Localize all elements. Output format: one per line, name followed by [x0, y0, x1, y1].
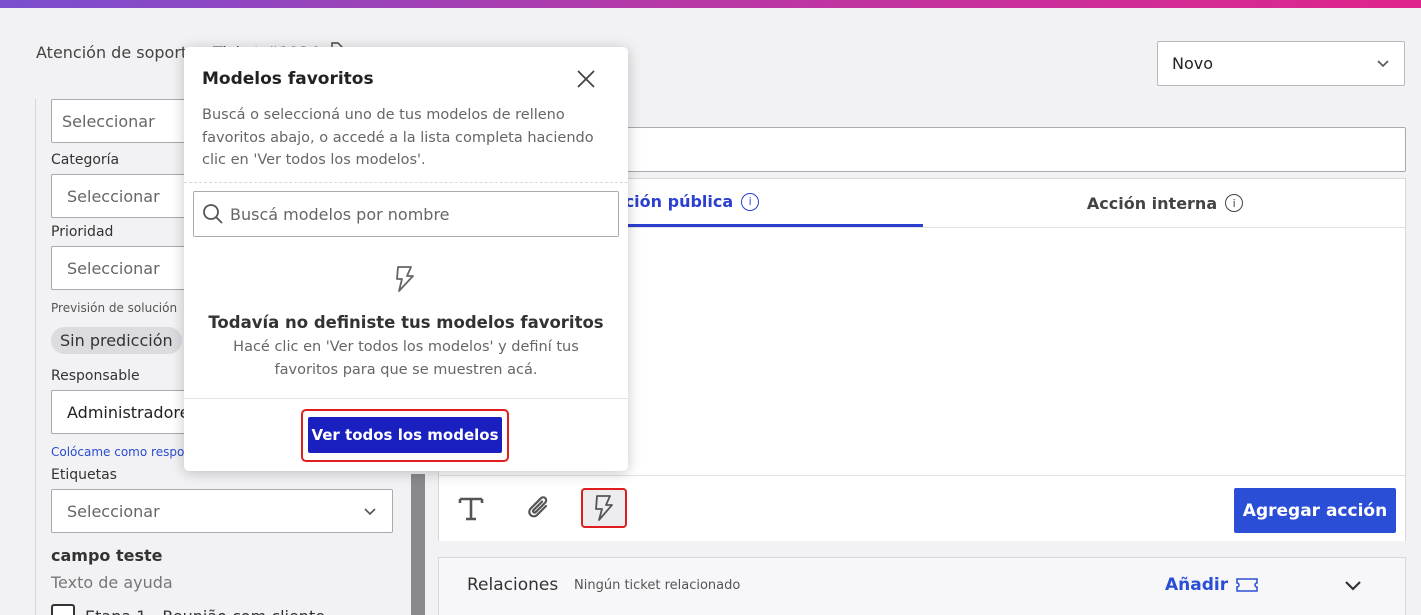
empty-state-description: Hacé clic en 'Ver todos los modelos' y d…: [233, 339, 579, 378]
chevron-down-icon: [364, 507, 376, 515]
tab-internal-action[interactable]: Acción interna i: [923, 179, 1407, 227]
add-action-button[interactable]: Agregar acción: [1234, 488, 1396, 533]
lightning-icon: [393, 265, 417, 297]
view-all-highlight: Ver todos los modelos: [301, 409, 509, 462]
text-format-icon[interactable]: [448, 488, 494, 528]
relations-subtitle: Ningún ticket relacionado: [574, 578, 741, 593]
popup-footer-divider: [184, 398, 628, 399]
empty-state-title: Todavía no definiste tus modelos favorit…: [208, 313, 604, 332]
attachment-icon[interactable]: [516, 488, 562, 528]
top-gradient-bar: [0, 0, 1421, 8]
checkbox-label: Etapa 1 - Reunião com cliente: [85, 607, 325, 615]
tags-select[interactable]: Seleccionar: [51, 489, 393, 533]
ticket-icon: [1236, 578, 1258, 592]
editor-toolbar: Agregar acción: [439, 475, 1405, 541]
forecast-label: Previsión de solución: [51, 301, 178, 315]
custom-field-help: Texto de ayuda: [51, 573, 173, 592]
search-icon: [203, 204, 223, 224]
close-icon[interactable]: [576, 69, 596, 93]
tab-internal-label: Acción interna: [1086, 193, 1218, 213]
scrollbar[interactable]: [411, 474, 425, 615]
custom-field-label: campo teste: [51, 546, 163, 565]
checkbox[interactable]: [51, 604, 75, 615]
add-relation-label: Añadir: [1165, 575, 1229, 595]
search-placeholder: Buscá modelos por nombre: [230, 204, 450, 224]
popup-divider: [184, 182, 628, 183]
chevron-down-icon: [1377, 60, 1389, 68]
first-select-value: Seleccionar: [62, 111, 155, 131]
template-search-input[interactable]: Buscá modelos por nombre: [193, 191, 619, 237]
relations-title: Relaciones: [467, 575, 559, 595]
checkbox-row[interactable]: Etapa 1 - Reunião com cliente: [51, 604, 325, 615]
info-icon[interactable]: i: [741, 192, 760, 211]
status-select[interactable]: Novo: [1157, 41, 1405, 86]
status-value: Novo: [1172, 54, 1214, 73]
popup-title: Modelos favoritos: [202, 69, 374, 89]
forecast-badge: Sin predicción: [51, 327, 182, 354]
popup-description: Buscá o seleccioná uno de tus modelos de…: [202, 107, 594, 168]
info-icon[interactable]: i: [1225, 194, 1244, 212]
owner-label: Responsable: [51, 368, 140, 384]
chevron-down-icon[interactable]: [1344, 576, 1362, 595]
view-all-templates-button[interactable]: Ver todos los modelos: [308, 417, 502, 453]
owner-value: Administradores: [67, 402, 198, 422]
category-value: Seleccionar: [67, 186, 160, 206]
tags-value: Seleccionar: [67, 501, 160, 521]
relations-section[interactable]: Relaciones Ningún ticket relacionado Aña…: [438, 557, 1406, 615]
add-relation-button[interactable]: Añadir: [1165, 575, 1258, 595]
lightning-templates-icon[interactable]: [581, 488, 627, 528]
priority-label: Prioridad: [51, 224, 114, 240]
favorite-templates-popup: Modelos favoritos Buscá o seleccioná uno…: [184, 47, 628, 471]
tags-label: Etiquetas: [51, 467, 117, 483]
category-label: Categoría: [51, 152, 120, 168]
priority-value: Seleccionar: [67, 258, 160, 278]
